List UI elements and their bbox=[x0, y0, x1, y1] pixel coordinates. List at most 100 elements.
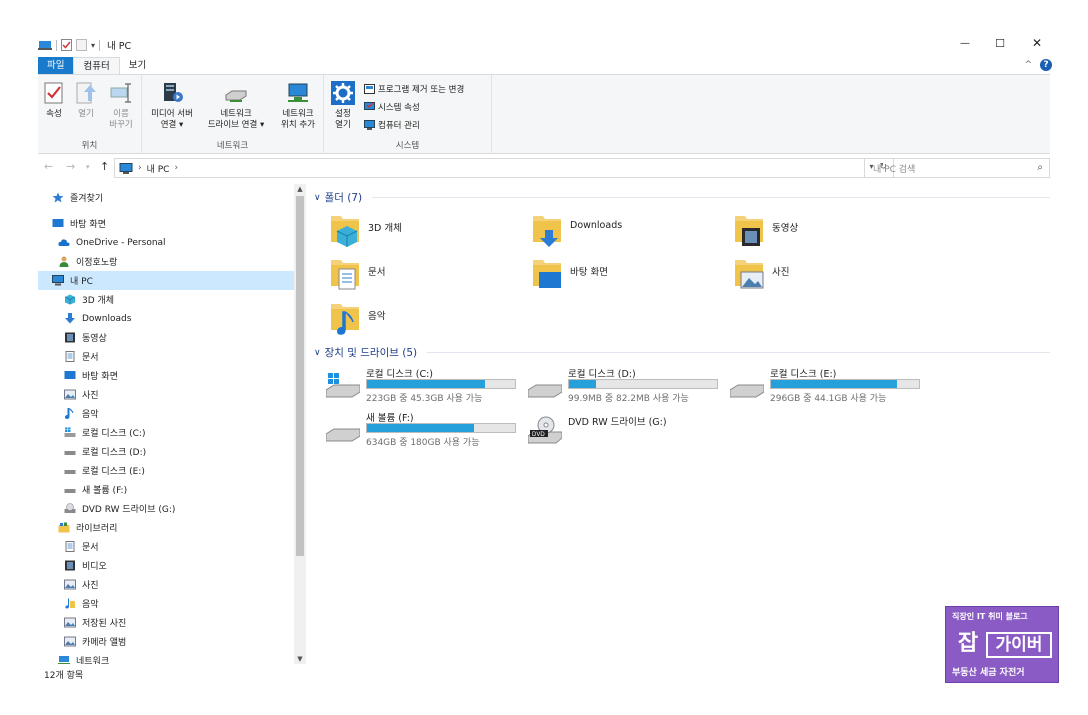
separator bbox=[99, 39, 101, 51]
sidebar-item-saved-pictures[interactable]: 저장된 사진 bbox=[38, 613, 294, 632]
sidebar-item-label: 문서 bbox=[82, 353, 99, 363]
sidebar-item-label: 즐겨찾기 bbox=[70, 194, 104, 204]
search-placeholder: 내 PC 검색 bbox=[873, 164, 916, 175]
back-button[interactable]: ← bbox=[44, 160, 53, 173]
recent-locations-button[interactable]: ▾ bbox=[86, 163, 90, 171]
scrollbar-thumb[interactable] bbox=[296, 196, 304, 556]
properties-button[interactable]: 속성 bbox=[42, 81, 66, 120]
customize-dropdown-icon[interactable]: ▾ bbox=[91, 41, 95, 50]
drive-name: 새 볼륨 (F:) bbox=[366, 413, 414, 424]
properties-small-icon[interactable] bbox=[61, 39, 72, 51]
open-label: 열기 bbox=[78, 109, 94, 119]
sidebar-item-label: 사진 bbox=[82, 391, 99, 401]
maximize-button[interactable]: ☐ bbox=[987, 34, 1013, 52]
sidebar-item-drive-f[interactable]: 새 볼륨 (F:) bbox=[38, 480, 294, 499]
uninstall-label: 프로그램 제거 또는 변경 bbox=[378, 85, 465, 95]
folder-item-videos[interactable]: 동영상 bbox=[734, 212, 798, 248]
sidebar-item-drive-c[interactable]: 로컬 디스크 (C:) bbox=[38, 423, 294, 442]
rename-button[interactable]: 이름 바꾸기 bbox=[104, 81, 138, 131]
tab-computer[interactable]: 컴퓨터 bbox=[73, 57, 120, 74]
content-pane: ∨ 폴더 (7) 3D 개체 Downloads 동영상 문서 바탕 화면 사진… bbox=[310, 184, 1050, 664]
sidebar-item-documents[interactable]: 문서 bbox=[38, 347, 294, 366]
sidebar-item-videos[interactable]: 동영상 bbox=[38, 328, 294, 347]
navigation-pane-scrollbar[interactable]: ▲ ▼ bbox=[294, 184, 306, 664]
breadcrumb-separator: › bbox=[138, 163, 142, 173]
new-folder-small-icon[interactable] bbox=[76, 39, 87, 51]
download-icon bbox=[65, 313, 75, 324]
sidebar-item-drive-d[interactable]: 로컬 디스크 (D:) bbox=[38, 442, 294, 461]
breadcrumb-item[interactable]: 내 PC bbox=[147, 162, 170, 175]
media-server-button[interactable]: 미디어 서버 연결 ▾ bbox=[146, 81, 198, 131]
scroll-up-icon[interactable]: ▲ bbox=[294, 185, 306, 193]
sidebar-item-downloads[interactable]: Downloads bbox=[38, 309, 294, 328]
folder-item-documents[interactable]: 문서 bbox=[330, 256, 385, 292]
section-divider bbox=[372, 197, 1050, 198]
sidebar-item-drive-e[interactable]: 로컬 디스크 (E:) bbox=[38, 461, 294, 480]
open-button[interactable]: 열기 bbox=[74, 81, 98, 120]
folder-item-music[interactable]: 음악 bbox=[330, 300, 385, 336]
help-icon[interactable]: ? bbox=[1040, 59, 1052, 71]
navigation-pane: 즐겨찾기 바탕 화면 OneDrive - Personal 이정호노랑 내 P… bbox=[38, 184, 294, 664]
status-item-count: 12개 항목 bbox=[44, 671, 84, 681]
sidebar-item-label: 새 볼륨 (F:) bbox=[82, 486, 128, 496]
close-button[interactable]: ✕ bbox=[1024, 34, 1050, 52]
folders-section-header[interactable]: ∨ 폴더 (7) bbox=[314, 190, 1050, 205]
drive-icon bbox=[730, 384, 764, 398]
search-box[interactable]: 내 PC 검색 ⌕ bbox=[864, 158, 1050, 178]
sidebar-item-desktop[interactable]: 바탕 화면 bbox=[38, 214, 294, 233]
library-icon bbox=[58, 522, 70, 533]
navigation-bar: ← → ▾ ↑ › 내 PC › ▾ ↻ 내 PC 검색 ⌕ bbox=[38, 156, 1050, 180]
sidebar-item-camera-roll[interactable]: 카메라 앨범 bbox=[38, 632, 294, 651]
minimize-icon: — bbox=[960, 37, 970, 49]
drive-icon bbox=[64, 451, 76, 455]
drive-name: DVD RW 드라이브 (G:) bbox=[568, 417, 667, 428]
up-button[interactable]: ↑ bbox=[100, 160, 109, 173]
sidebar-item-this-pc[interactable]: 내 PC bbox=[38, 271, 294, 290]
video-icon bbox=[65, 332, 75, 343]
sidebar-item-user[interactable]: 이정호노랑 bbox=[38, 252, 294, 271]
sidebar-item-desktop-folder[interactable]: 바탕 화면 bbox=[38, 366, 294, 385]
sidebar-item-dvd-drive[interactable]: DVD RW 드라이브 (G:) bbox=[38, 499, 294, 518]
drive-item-dvd[interactable]: DVD DVD RW 드라이브 (G:) bbox=[528, 410, 728, 454]
folder-item-3d-objects[interactable]: 3D 개체 bbox=[330, 212, 402, 248]
sidebar-item-pictures[interactable]: 사진 bbox=[38, 385, 294, 404]
drives-section-title: 장치 및 드라이브 (5) bbox=[324, 347, 418, 359]
sidebar-item-library-music[interactable]: 음악 bbox=[38, 594, 294, 613]
drive-icon bbox=[326, 428, 360, 442]
map-network-drive-button[interactable]: 네트워크 드라이브 연결 ▾ bbox=[202, 81, 270, 131]
folder-item-downloads[interactable]: Downloads bbox=[532, 212, 622, 248]
scroll-down-icon[interactable]: ▼ bbox=[294, 655, 306, 663]
drive-item-e[interactable]: 로컬 디스크 (E:) 296GB 중 44.1GB 사용 가능 bbox=[730, 366, 930, 410]
sidebar-item-library-videos[interactable]: 비디오 bbox=[38, 556, 294, 575]
sidebar-item-quick-access[interactable]: 즐겨찾기 bbox=[38, 188, 294, 207]
drives-section-header[interactable]: ∨ 장치 및 드라이브 (5) bbox=[314, 345, 1050, 360]
tab-view[interactable]: 보기 bbox=[120, 57, 155, 74]
folder-item-pictures[interactable]: 사진 bbox=[734, 256, 789, 292]
ribbon-collapse-icon[interactable]: ^ bbox=[1024, 60, 1032, 70]
pc-small-icon[interactable] bbox=[38, 40, 52, 51]
system-properties-button[interactable]: 시스템 속성 bbox=[364, 101, 420, 113]
svg-text:DVD: DVD bbox=[532, 432, 545, 438]
sidebar-item-onedrive[interactable]: OneDrive - Personal bbox=[38, 233, 294, 252]
add-network-location-button[interactable]: 네트워크 위치 추가 bbox=[274, 81, 322, 131]
sidebar-item-libraries[interactable]: 라이브러리 bbox=[38, 518, 294, 537]
sidebar-item-label: 비디오 bbox=[82, 562, 107, 572]
uninstall-program-button[interactable]: 프로그램 제거 또는 변경 bbox=[364, 83, 464, 95]
drive-item-f[interactable]: 새 볼륨 (F:) 634GB 중 180GB 사용 가능 bbox=[326, 410, 526, 454]
tab-file[interactable]: 파일 bbox=[38, 57, 74, 74]
open-settings-button[interactable]: 설정 열기 bbox=[330, 81, 356, 131]
computer-management-button[interactable]: 컴퓨터 관리 bbox=[364, 119, 420, 131]
sidebar-item-library-documents[interactable]: 문서 bbox=[38, 537, 294, 556]
folder-item-desktop[interactable]: 바탕 화면 bbox=[532, 256, 608, 292]
drive-item-c[interactable]: 로컬 디스크 (C:) 223GB 중 45.3GB 사용 가능 bbox=[326, 366, 526, 410]
close-icon: ✕ bbox=[1031, 36, 1043, 50]
minimize-button[interactable]: — bbox=[952, 34, 978, 52]
drive-item-d[interactable]: 로컬 디스크 (D:) 99.9MB 중 82.2MB 사용 가능 bbox=[528, 366, 728, 410]
address-bar[interactable]: › 내 PC › ▾ ↻ bbox=[114, 158, 894, 178]
forward-button[interactable]: → bbox=[66, 160, 75, 173]
sidebar-item-3d-objects[interactable]: 3D 개체 bbox=[38, 290, 294, 309]
sidebar-item-music[interactable]: 음악 bbox=[38, 404, 294, 423]
watermark-bottom-text: 부동산 세금 자전거 bbox=[952, 668, 1025, 678]
sidebar-item-library-pictures[interactable]: 사진 bbox=[38, 575, 294, 594]
sidebar-item-network[interactable]: 네트워크 bbox=[38, 651, 294, 664]
